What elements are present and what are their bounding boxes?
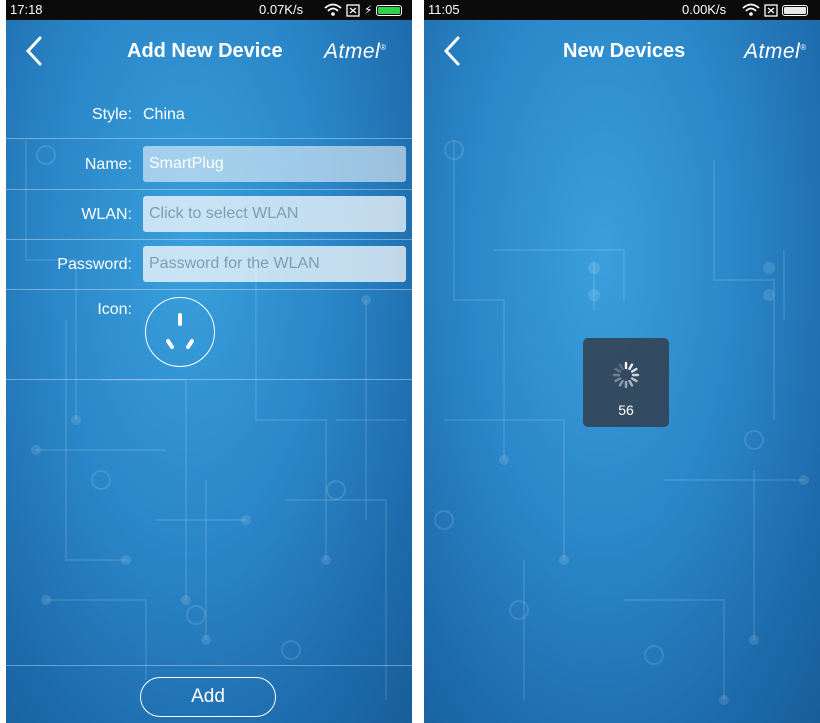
atmel-logo: Atmel® xyxy=(324,40,387,63)
back-chevron-icon[interactable] xyxy=(22,34,48,68)
wlan-label: WLAN: xyxy=(81,206,132,223)
divider xyxy=(6,289,412,290)
status-time: 17:18 xyxy=(10,2,43,17)
network-speed: 0.00K/s xyxy=(682,2,727,17)
divider xyxy=(6,189,412,190)
name-field[interactable] xyxy=(143,146,406,182)
new-devices-screen: 11:05 0.00K/s New Devices Atmel® 56 xyxy=(424,0,820,723)
divider xyxy=(6,239,412,240)
page-title: Add New Device xyxy=(127,40,283,62)
battery-icon xyxy=(376,4,403,16)
divider xyxy=(6,665,412,666)
password-field[interactable]: Password for the WLAN xyxy=(143,246,406,282)
charging-icon: ⚡ xyxy=(364,3,373,17)
sim-icon xyxy=(346,3,360,17)
back-chevron-icon[interactable] xyxy=(440,34,466,68)
add-device-screen: 17:18 0.07K/s ⚡ Add New Device Atmel® St… xyxy=(6,0,412,723)
power-plug-icon xyxy=(165,312,194,349)
divider xyxy=(6,138,412,139)
plug-icon-selector[interactable] xyxy=(145,297,215,367)
name-label: Name: xyxy=(84,156,132,173)
nav-bar: New Devices Atmel® xyxy=(424,20,820,84)
sim-icon xyxy=(764,3,778,17)
wifi-icon xyxy=(324,3,342,16)
network-speed: 0.07K/s xyxy=(259,2,304,17)
style-value: China xyxy=(143,106,185,123)
divider xyxy=(6,379,412,380)
atmel-logo: Atmel® xyxy=(744,40,807,63)
nav-bar: Add New Device Atmel® xyxy=(6,20,412,84)
wlan-select-field[interactable]: Click to select WLAN xyxy=(143,196,406,232)
page-title: New Devices xyxy=(563,40,686,62)
password-label: Password: xyxy=(57,256,132,273)
loading-count: 56 xyxy=(618,402,634,418)
style-label: Style: xyxy=(91,106,132,123)
loading-dialog: 56 xyxy=(583,338,669,427)
spinner-icon xyxy=(612,361,640,389)
status-bar: 17:18 0.07K/s ⚡ xyxy=(6,0,412,20)
status-bar: 11:05 0.00K/s xyxy=(424,0,820,20)
wifi-icon xyxy=(742,3,760,16)
add-button[interactable]: Add xyxy=(140,677,276,717)
icon-label: Icon: xyxy=(97,301,132,318)
battery-icon xyxy=(782,4,808,16)
status-time: 11:05 xyxy=(428,2,460,17)
